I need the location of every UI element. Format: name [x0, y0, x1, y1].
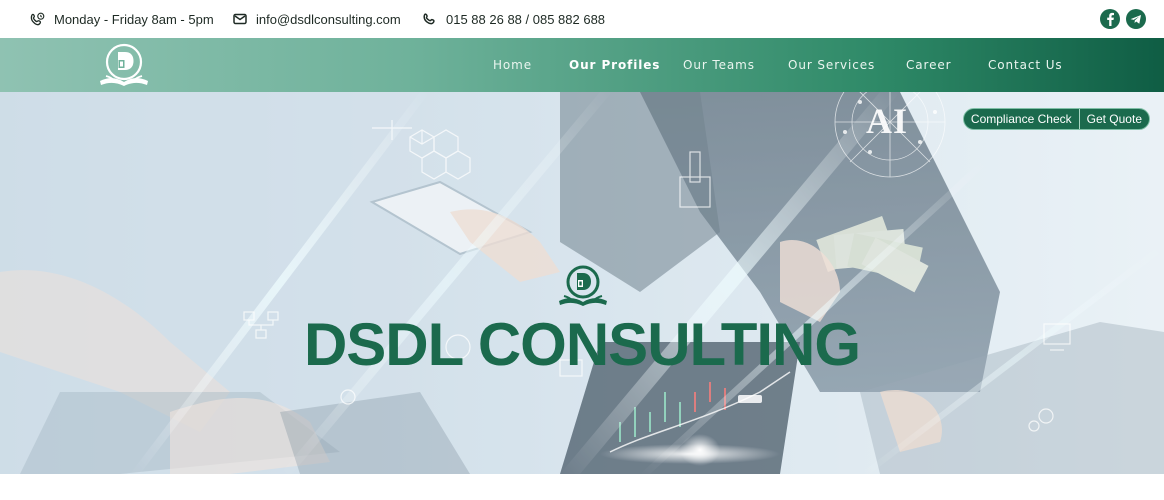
nav-contact-us[interactable]: Contact Us — [988, 38, 1063, 92]
hero-title: DSDL CONSULTING — [303, 311, 861, 378]
ai-label: AI — [866, 101, 909, 141]
get-quote-button[interactable]: Get Quote — [1078, 109, 1149, 129]
hero-logo-emblem — [559, 265, 607, 306]
main-navigation: Home Our Profiles Our Teams Our Services… — [0, 38, 1164, 92]
nav-career[interactable]: Career — [906, 38, 952, 92]
hero-banner: AI Compliance Check Get Quote DSDL CONSU… — [0, 92, 1164, 474]
contact-email-text[interactable]: info@dsdlconsulting.com — [256, 12, 401, 27]
nav-our-profiles[interactable]: Our Profiles — [569, 38, 660, 92]
nav-our-teams[interactable]: Our Teams — [683, 38, 755, 92]
telegram-icon[interactable] — [1126, 9, 1146, 29]
social-links — [1100, 9, 1146, 29]
facebook-icon[interactable] — [1100, 9, 1120, 29]
top-info-bar: Monday - Friday 8am - 5pm info@dsdlconsu… — [0, 0, 1164, 38]
contact-phone-text[interactable]: 015 88 26 88 / 085 882 688 — [446, 12, 605, 27]
contact-email[interactable]: info@dsdlconsulting.com — [233, 0, 401, 38]
nav-our-services[interactable]: Our Services — [788, 38, 875, 92]
dsdl-logo[interactable] — [92, 40, 156, 90]
clock-phone-icon — [30, 12, 45, 25]
hero-action-buttons: Compliance Check Get Quote — [962, 108, 1150, 130]
mail-icon — [233, 13, 247, 25]
nav-home[interactable]: Home — [493, 38, 532, 92]
phone-icon — [423, 13, 435, 25]
compliance-check-button[interactable]: Compliance Check — [964, 109, 1079, 129]
office-hours: Monday - Friday 8am - 5pm — [30, 0, 214, 38]
office-hours-text: Monday - Friday 8am - 5pm — [54, 11, 214, 27]
page-bottom-strip — [0, 474, 1164, 500]
contact-phone[interactable]: 015 88 26 88 / 085 882 688 — [423, 0, 605, 38]
